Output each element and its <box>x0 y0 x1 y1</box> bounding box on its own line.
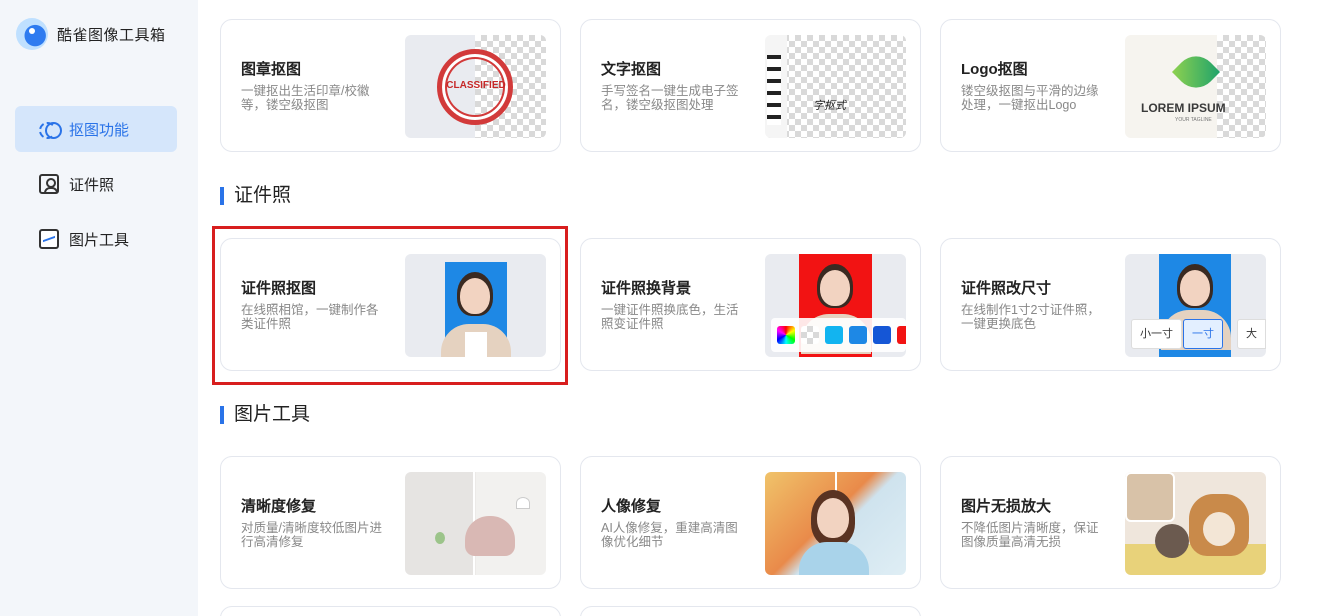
app-title: 酷雀图像工具箱 <box>57 26 166 44</box>
color-swatch-rainbow[interactable] <box>777 326 795 344</box>
logo-text: LOREM IPSUM <box>1141 101 1226 115</box>
sidebar-item-id-photo[interactable]: 证件照 <box>15 161 177 207</box>
card-id-photo-resize[interactable]: 证件照改尺寸 在线制作1寸2寸证件照，一键更换底色 小一寸 一寸 大一 <box>940 238 1281 371</box>
card-title: Logo抠图 <box>961 61 1028 78</box>
card-thumbnail <box>405 254 546 357</box>
section-title-image-tools: 图片工具 <box>220 404 310 426</box>
card-title: 图章抠图 <box>241 61 302 78</box>
stamp-image: CLASSIFIED <box>437 49 513 125</box>
color-swatch-red[interactable] <box>897 326 906 344</box>
id-photo-icon <box>39 174 59 194</box>
size-option-1-inch[interactable]: 一寸 <box>1183 319 1223 349</box>
card-description: 在线制作1寸2寸证件照，一键更换底色 <box>961 303 1100 331</box>
color-swatch-blue[interactable] <box>849 326 867 344</box>
section-title-id-photo: 证件照 <box>220 185 291 207</box>
signature-text: 字抠式 <box>813 100 846 112</box>
cat-image <box>1155 524 1189 558</box>
logo-leaf-icon <box>1171 47 1221 97</box>
app-header: 酷雀图像工具箱 <box>16 18 166 50</box>
sidebar-item-matting[interactable]: 抠图功能 <box>15 106 177 152</box>
card-thumbnail: 小一寸 一寸 大一 <box>1125 254 1266 357</box>
card-title: 证件照换背景 <box>601 280 692 297</box>
sidebar: 酷雀图像工具箱 抠图功能 证件照 图片工具 <box>0 0 198 616</box>
card-thumbnail: 字抠式 <box>765 35 906 138</box>
card-id-photo-matting[interactable]: 证件照抠图 在线照相馆，一键制作各类证件照 <box>220 238 561 371</box>
sidebar-nav: 抠图功能 证件照 图片工具 <box>15 106 177 271</box>
card-clarity-repair[interactable]: 清晰度修复 对质量/清晰度较低图片进行高清修复 <box>220 456 561 589</box>
size-option-large-1-inch[interactable]: 大一 <box>1237 319 1266 357</box>
matting-icon <box>39 119 62 139</box>
app-logo-icon <box>16 18 48 50</box>
card-lossless-upscale[interactable]: 图片无损放大 不降低图片清晰度，保证图像质量高清无损 <box>940 456 1281 589</box>
card-thumbnail: CLASSIFIED <box>405 35 546 138</box>
card-thumbnail <box>765 254 906 357</box>
card-stamp-matting[interactable]: 图章抠图 一键抠出生活印章/校徽等，镂空级抠图 CLASSIFIED <box>220 19 561 152</box>
card-thumbnail: LOREM IPSUM YOUR TAGLINE <box>1125 35 1266 138</box>
card-logo-matting[interactable]: Logo抠图 镂空级抠图与平滑的边缘处理，一键抠出Logo LOREM IPSU… <box>940 19 1281 152</box>
card-thumbnail <box>1125 472 1266 575</box>
sidebar-item-label: 证件照 <box>69 176 115 194</box>
card-description: 镂空级抠图与平滑的边缘处理，一键抠出Logo <box>961 84 1099 112</box>
card-description: AI人像修复，重建高清图像优化细节 <box>601 521 738 549</box>
logo-tagline: YOUR TAGLINE <box>1175 117 1212 123</box>
size-option-small-1-inch[interactable]: 小一寸 <box>1131 319 1182 349</box>
card-title: 证件照改尺寸 <box>961 280 1052 297</box>
card-description: 一键证件照换底色，生活照变证件照 <box>601 303 739 331</box>
card-partial[interactable] <box>580 606 921 616</box>
card-thumbnail <box>405 472 546 575</box>
card-title: 文字抠图 <box>601 61 662 78</box>
card-id-photo-background[interactable]: 证件照换背景 一键证件照换底色，生活照变证件照 <box>580 238 921 371</box>
color-swatch-light-blue[interactable] <box>825 326 843 344</box>
color-swatch-dark-blue[interactable] <box>873 326 891 344</box>
card-partial[interactable] <box>220 606 561 616</box>
sidebar-item-label: 抠图功能 <box>69 121 130 139</box>
card-thumbnail <box>765 472 906 575</box>
chair-image <box>465 516 515 556</box>
sidebar-item-image-tools[interactable]: 图片工具 <box>15 216 177 262</box>
color-swatch-transparent[interactable] <box>801 326 819 344</box>
card-description: 一键抠出生活印章/校徽等，镂空级抠图 <box>241 84 370 112</box>
card-text-matting[interactable]: 文字抠图 手写签名一键生成电子签名，镂空级抠图处理 字抠式 <box>580 19 921 152</box>
card-description: 对质量/清晰度较低图片进行高清修复 <box>241 521 382 549</box>
card-description: 在线照相馆，一键制作各类证件照 <box>241 303 379 331</box>
image-tool-icon <box>39 229 59 249</box>
card-description: 手写签名一键生成电子签名，镂空级抠图处理 <box>601 84 739 112</box>
card-title: 图片无损放大 <box>961 498 1052 515</box>
sidebar-item-label: 图片工具 <box>69 231 130 249</box>
card-portrait-repair[interactable]: 人像修复 AI人像修复，重建高清图像优化细节 <box>580 456 921 589</box>
card-title: 证件照抠图 <box>241 280 317 297</box>
card-title: 人像修复 <box>601 498 662 515</box>
card-title: 清晰度修复 <box>241 498 317 515</box>
card-description: 不降低图片清晰度，保证图像质量高清无损 <box>961 521 1099 549</box>
